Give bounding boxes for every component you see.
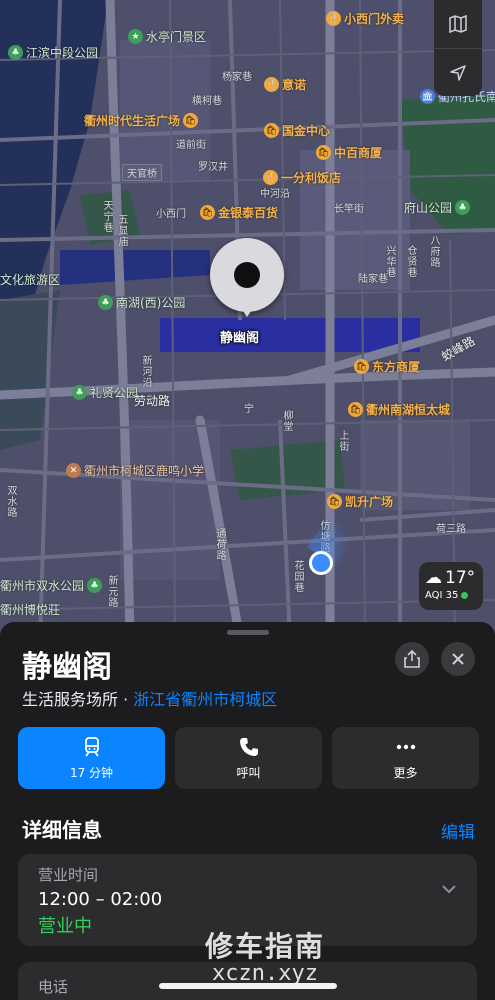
poi-hengtai[interactable]: 🛍 衢州南湖恒太城 (348, 401, 450, 418)
map-view[interactable]: 🍴 小西门外卖 ★ 水亭门景区 ♣ 江滨中段公园 🍴 意诺 衢州时代生活广场 🛍 🛍 国金中… (0, 0, 495, 640)
shopping-bag-icon: 🛍 (348, 402, 363, 417)
poi-jiangbin[interactable]: ♣ 江滨中段公园 (8, 44, 98, 61)
street-label: 横柯巷 (192, 96, 222, 107)
share-button[interactable] (395, 642, 429, 676)
poi-guojin[interactable]: 🛍 国金中心 (264, 122, 330, 139)
street-label: 柳堂 (281, 410, 292, 432)
poi-yifenli[interactable]: 🍴 一分利饭店 (263, 169, 341, 186)
street-label: 八府路 (428, 235, 439, 268)
shopping-bag-icon: 🛍 (354, 359, 369, 374)
street-label: 道前街 (176, 140, 206, 151)
cloud-icon: ☁ (425, 568, 442, 588)
poi-shuangshui[interactable]: 衢州市双水公园 ♣ (0, 577, 103, 594)
action-buttons: 17 分钟 呼叫 更多 (18, 727, 479, 789)
street-label: 罗汉井 (198, 162, 228, 173)
temple-icon: 🏛 (420, 89, 435, 104)
place-title: 静幽阁 (22, 650, 112, 685)
share-icon (404, 650, 420, 668)
pin-center-icon (234, 262, 260, 288)
place-label-tianguanqiao: 天官桥 (122, 164, 162, 181)
poi-dongfang[interactable]: 🛍 东方商厦 (354, 358, 420, 375)
street-label: 小西门 (156, 209, 186, 220)
poi-zhongbai[interactable]: 🛍 中百商厦 (316, 144, 382, 161)
street-label: 宁 (244, 404, 254, 415)
poi-nanhu-west[interactable]: ♣ 南湖(西)公园 (98, 294, 185, 311)
hours-value: 12:00 – 02:00 (38, 889, 163, 910)
street-label: 天宁巷 (101, 200, 112, 233)
poi-yinuo[interactable]: 🍴 意诺 (264, 76, 306, 93)
selected-location-pin[interactable] (210, 238, 284, 317)
shopping-bag-icon: 🛍 (183, 113, 199, 128)
selected-location-label: 静幽阁 (220, 331, 260, 346)
shopping-bag-icon: 🛍 (327, 494, 342, 509)
user-location-icon (309, 551, 333, 575)
street-label: 兴华巷 (384, 245, 395, 278)
shopping-bag-icon: 🛍 (316, 145, 331, 160)
street-label: 花园巷 (292, 560, 303, 593)
map-mode-button[interactable] (434, 0, 482, 48)
place-location-link[interactable]: 浙江省衢州市柯城区 (133, 690, 277, 709)
close-button[interactable] (441, 642, 475, 676)
chevron-down-icon (442, 885, 456, 894)
street-label: 长竿街 (334, 204, 364, 215)
more-button[interactable]: 更多 (332, 727, 479, 789)
close-icon (452, 653, 464, 665)
park-icon: ♣ (87, 578, 103, 593)
street-label: 上街 (337, 430, 348, 452)
ellipsis-icon (396, 744, 415, 749)
place-subtitle: 生活服务场所 · 浙江省衢州市柯城区 (22, 690, 278, 709)
street-label: 五显庙 (116, 214, 127, 247)
park-icon: ♣ (8, 45, 23, 60)
park-icon: ♣ (98, 295, 113, 310)
location-arrow-icon (450, 64, 466, 81)
park-icon: ♣ (72, 385, 87, 400)
school-icon: ✕ (66, 463, 81, 478)
star-icon: ★ (128, 29, 143, 44)
street-label: 新元路 (106, 575, 117, 608)
poi-lixian[interactable]: ♣ 礼贤公园 (72, 384, 138, 401)
road-label-laodong: 劳动路 (134, 394, 171, 408)
poi-fushan[interactable]: 府山公园 ♣ (404, 199, 471, 216)
poi-shuitingmen[interactable]: ★ 水亭门景区 (128, 28, 206, 45)
poi-boyue[interactable]: 衢州博悦莊 (0, 601, 60, 618)
sheet-grabber[interactable] (227, 630, 269, 635)
hours-label: 营业时间 (38, 866, 99, 884)
restaurant-icon: 🍴 (263, 170, 278, 185)
aqi-status-icon (461, 592, 469, 599)
details-heading: 详细信息 (22, 818, 102, 842)
edit-link[interactable]: 编辑 (441, 818, 475, 843)
poi-xiaoximen[interactable]: 🍴 小西门外卖 (326, 10, 404, 27)
restaurant-icon: 🍴 (326, 11, 341, 26)
park-icon: ♣ (455, 200, 471, 215)
phone-icon (239, 737, 258, 756)
home-indicator[interactable] (159, 983, 337, 989)
street-label: 杨家巷 (222, 72, 252, 83)
train-icon (84, 736, 99, 757)
street-label: 仓贤巷 (405, 245, 416, 278)
shopping-bag-icon: 🛍 (200, 205, 215, 220)
restaurant-icon: 🍴 (264, 77, 279, 92)
directions-button[interactable]: 17 分钟 (18, 727, 165, 789)
poi-luming-school[interactable]: ✕ 衢州市柯城区鹿鸣小学 (66, 462, 204, 479)
call-button[interactable]: 呼叫 (175, 727, 322, 789)
street-label: 双水路 (5, 485, 16, 518)
map-controls (434, 0, 482, 96)
place-category: 生活服务场所 (22, 690, 119, 709)
locate-me-button[interactable] (434, 48, 482, 96)
street-label: 通荷路 (214, 528, 225, 561)
street-label: 中河沿 (260, 189, 290, 200)
poi-jinyintai[interactable]: 🛍 金银泰百货 (200, 204, 278, 221)
map-icon (449, 14, 467, 34)
street-label: 荷三路 (436, 524, 466, 535)
shopping-bag-icon: 🛍 (264, 123, 279, 138)
poi-shidai[interactable]: 衢州时代生活广场 🛍 (84, 112, 199, 129)
watermark: 修车指南 xczn.xyz (205, 930, 326, 986)
poi-kaisheng[interactable]: 🛍 凯升广场 (327, 493, 393, 510)
poi-wenhua[interactable]: 文化旅游区 (0, 271, 60, 288)
street-label: 新河沿 (140, 355, 151, 388)
weather-widget[interactable]: ☁ 17° AQI 35 (419, 562, 483, 610)
